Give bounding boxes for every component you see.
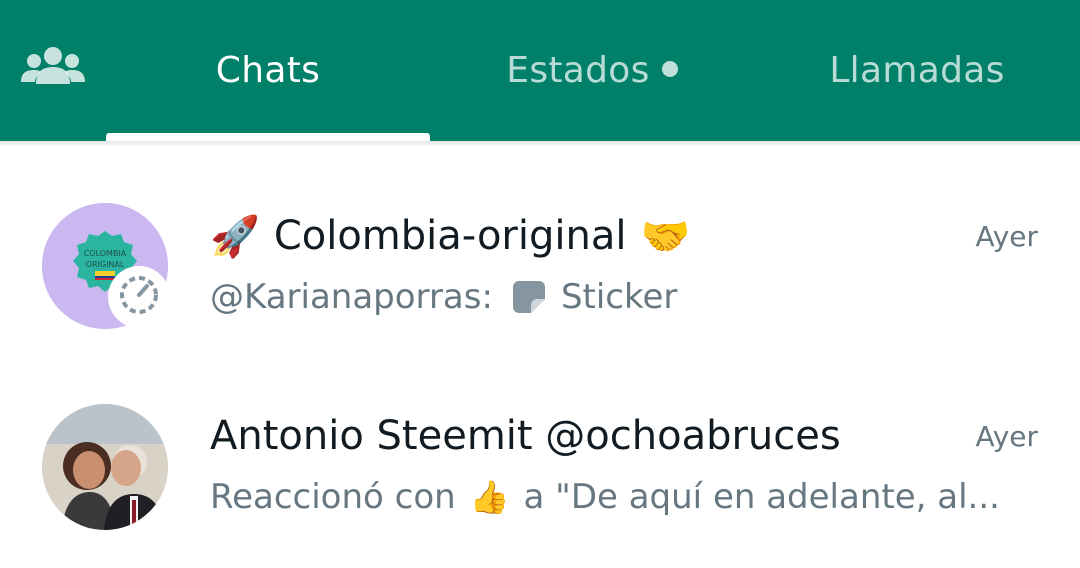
- community-badge: [108, 266, 170, 328]
- chat-list-item[interactable]: COLOMBIA ORIGINAL 🚀 Colombia-original 🤝 …: [0, 168, 1080, 368]
- chat-preview: Reaccionó con 👍 a "De aquí en adelante, …: [210, 472, 1000, 522]
- svg-text:ORIGINAL: ORIGINAL: [86, 260, 125, 269]
- community-icon: [21, 46, 85, 95]
- timer-icon: [117, 273, 161, 321]
- thumbs-up-emoji: 👍: [469, 478, 510, 516]
- preview-text: a "De aquí en adelante, al...: [523, 477, 1000, 517]
- tab-status[interactable]: Estados: [430, 0, 754, 141]
- chat-preview: @Karianaporras: Sticker: [210, 272, 677, 322]
- header-shadow: [0, 141, 1080, 147]
- tab-chats[interactable]: Chats: [106, 0, 430, 141]
- tab-calls-label: Llamadas: [829, 50, 1005, 91]
- chat-time: Ayer: [975, 220, 1038, 253]
- tab-communities[interactable]: [0, 0, 106, 141]
- unread-status-dot: [661, 60, 678, 77]
- chat-title: Antonio Steemit @ochoabruces: [210, 408, 841, 464]
- tab-calls[interactable]: Llamadas: [754, 0, 1080, 141]
- preview-prefix: Reaccionó con: [210, 477, 456, 517]
- chat-list-item[interactable]: Antonio Steemit @ochoabruces Ayer Reacci…: [0, 368, 1080, 568]
- chat-time: Ayer: [975, 420, 1038, 453]
- chat-name: Antonio Steemit @ochoabruces: [210, 413, 841, 459]
- contact-avatar[interactable]: [42, 404, 168, 530]
- tab-status-label: Estados: [506, 50, 650, 91]
- handshake-emoji: 🤝: [640, 213, 691, 260]
- active-tab-indicator: [106, 133, 430, 141]
- tab-chats-label: Chats: [215, 50, 321, 91]
- chat-title: 🚀 Colombia-original 🤝: [210, 208, 690, 264]
- preview-text: Sticker: [560, 277, 678, 317]
- sticker-icon: [511, 279, 547, 315]
- svg-text:COLOMBIA: COLOMBIA: [84, 249, 127, 258]
- chat-name: Colombia-original: [273, 213, 627, 259]
- top-tab-bar: Chats Estados Llamadas: [0, 0, 1080, 141]
- preview-sender: @Karianaporras:: [210, 277, 493, 317]
- rocket-emoji: 🚀: [210, 213, 260, 260]
